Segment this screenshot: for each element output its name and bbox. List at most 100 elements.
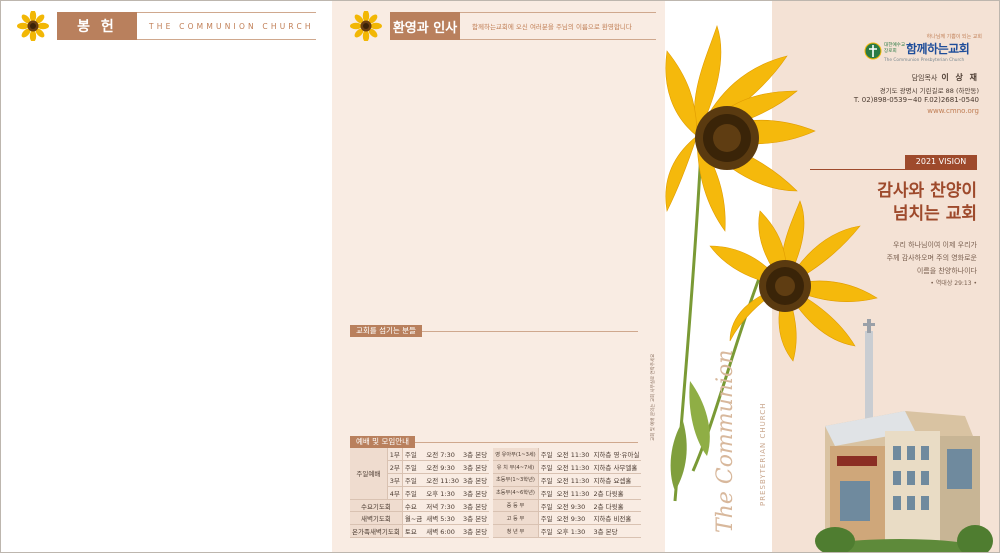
welcome-subtitle: 함께하는교회에 오신 여러분을 주님의 이름으로 환영합니다 bbox=[472, 23, 632, 31]
offering-panel: 봉 헌 THE COMMUNION CHURCH bbox=[1, 1, 332, 552]
schedule-cell: 주일 bbox=[538, 499, 555, 513]
church-logo: 하나님께 기쁨이 되는 교회 대한예수교 장로회 함께하는교회 The Comm… bbox=[860, 33, 985, 69]
welcome-panel: 환영과 인사 함께하는교회에 오신 여러분을 주님의 이름으로 환영합니다 교회… bbox=[332, 1, 665, 552]
verse-line: 주께 감사하오며 주의 영화로운 bbox=[886, 254, 977, 262]
schedule-cell: 중 등 부 bbox=[493, 499, 539, 513]
schedule-cell: 3층 본당 bbox=[461, 486, 490, 500]
schedule-cell: 3층 본당 bbox=[461, 448, 490, 462]
schedule-cell: 오후 1:30 bbox=[424, 486, 462, 500]
church-name-en: The Communion Presbyterian Church bbox=[884, 58, 965, 63]
schedule-cell: 오전 11:30 bbox=[554, 448, 592, 462]
verse-line: 이름을 찬양하나이다 bbox=[916, 267, 977, 275]
worship-section-bar: 예배 및 모임안내 bbox=[350, 429, 638, 448]
offering-header: 봉 헌 THE COMMUNION CHURCH bbox=[11, 10, 316, 42]
schedule-cell: 주일 bbox=[402, 460, 425, 475]
schedule-cell: 초등부(1~3학년) bbox=[493, 473, 539, 487]
welcome-header: 환영과 인사 함께하는교회에 오신 여러분을 주님의 이름으로 환영합니다 bbox=[344, 10, 656, 42]
verse-line: 우리 하나님이여 이제 우리가 bbox=[893, 241, 977, 249]
vertical-title: The Communion bbox=[713, 349, 738, 533]
church-phone: T. 02)898-0539~40 F.02)2681-0540 bbox=[853, 96, 979, 104]
schedule-cell: 새벽기도회 bbox=[350, 511, 403, 526]
vision-badge: 2021 VISION bbox=[905, 155, 977, 169]
church-address: 경기도 광명시 기린길로 88 (하안동) bbox=[879, 87, 979, 95]
table-row: 4부 주일 오후 1:30 3층 본당 초등부(4~6학년) 주일 오전 11:30 2층 다… bbox=[350, 486, 642, 500]
schedule-cell: 3층 본당 bbox=[461, 499, 490, 513]
serve-section-title: 교회를 섬기는 분들 bbox=[350, 325, 422, 337]
schedule-cell: 토요 bbox=[402, 524, 425, 539]
schedule-cell: 3층 본당 bbox=[591, 524, 642, 539]
pastor-line: 담임목사 이 상 재 bbox=[912, 72, 979, 83]
table-row: 새벽기도회 월~금 새벽 5:30 3층 본당 고 등 부 주일 오전 9:30 지하층 비전… bbox=[350, 511, 642, 526]
schedule-cell: 오전 11:30 bbox=[424, 473, 462, 487]
worship-section-title: 예배 및 모임안내 bbox=[350, 436, 416, 448]
vision-verse: 우리 하나님이여 이제 우리가 주께 감사하오며 주의 영화로운 이름을 찬양하… bbox=[887, 239, 977, 278]
table-row: 주일예배 1부 주일 오전 7:30 3층 본당 영 유아부(1~3세) 주일 오전 11:3… bbox=[350, 448, 642, 500]
schedule-cell: 2층 다윗홀 bbox=[591, 499, 642, 513]
schedule-cell: 오후 1:30 bbox=[554, 524, 592, 539]
schedule-cell: 저녁 7:30 bbox=[424, 499, 462, 513]
schedule-cell: 주일 bbox=[402, 448, 425, 462]
schedule-cell: 지하층 사무엘홀 bbox=[591, 460, 642, 475]
church-name: 함께하는교회 bbox=[906, 42, 970, 56]
schedule-cell: 오전 11:30 bbox=[554, 473, 592, 487]
schedule-cell: 3층 본당 bbox=[461, 460, 490, 475]
schedule-cell: 2부 bbox=[387, 460, 403, 475]
vision-rule bbox=[810, 169, 977, 170]
cover-panel: 하나님께 기쁨이 되는 교회 대한예수교 장로회 함께하는교회 The Comm… bbox=[665, 1, 999, 552]
church-logo-icon bbox=[864, 42, 882, 60]
schedule-cell: 오전 9:30 bbox=[554, 499, 592, 513]
schedule-cell: 주일 bbox=[538, 473, 555, 487]
schedule-cell: 유 치 부(4~7세) bbox=[493, 460, 539, 475]
serve-section-bar: 교회를 섬기는 분들 bbox=[350, 318, 638, 337]
schedule-cell: 오전 7:30 bbox=[424, 448, 462, 462]
denomination: 대한예수교 장로회 bbox=[884, 43, 906, 54]
schedule-cell: 청 년 부 bbox=[493, 524, 539, 539]
schedule-cell: 오전 11:30 bbox=[554, 460, 592, 475]
church-website[interactable]: www.cmno.org bbox=[927, 107, 979, 115]
offering-tab: 봉 헌 bbox=[57, 12, 137, 40]
vision-title-line1: 감사와 찬양이 bbox=[877, 181, 977, 201]
schedule-cell: 주일예배 bbox=[350, 448, 388, 500]
side-note: 교회 및 예배 문의는 교회 사무실로 연락주세요 bbox=[651, 353, 656, 441]
table-row: 3부 주일 오전 11:30 3층 본당 초등부(1~3학년) 주일 오전 11:30 지하층… bbox=[350, 473, 642, 487]
schedule-cell: 수요기도회 bbox=[350, 499, 403, 513]
schedule-cell: 지하층 비전홀 bbox=[591, 511, 642, 526]
schedule-cell: 주일 bbox=[402, 473, 425, 487]
pastor-name: 이 상 재 bbox=[941, 73, 979, 82]
schedule-cell: 주일 bbox=[402, 486, 425, 500]
sunflower-icon bbox=[344, 10, 390, 42]
schedule-cell: 주일 bbox=[538, 486, 555, 500]
sunflower-icon bbox=[11, 10, 57, 42]
schedule-cell: 새벽 5:30 bbox=[424, 511, 462, 526]
schedule-cell: 1부 bbox=[387, 448, 403, 462]
schedule-cell: 2층 다윗홀 bbox=[591, 486, 642, 500]
schedule-cell: 지하층 영·유아실 bbox=[591, 448, 642, 462]
schedule-cell: 초등부(4~6학년) bbox=[493, 486, 539, 500]
schedule-cell: 주일 bbox=[538, 511, 555, 526]
schedule-cell: 수요 bbox=[402, 499, 425, 513]
schedule-cell: 고 등 부 bbox=[493, 511, 539, 526]
table-row: 2부 주일 오전 9:30 3층 본당 유 치 부(4~7세) 주일 오전 11:30 지하층… bbox=[350, 460, 642, 475]
welcome-subtitle-bar: 함께하는교회에 오신 여러분을 주님의 이름으로 환영합니다 bbox=[460, 12, 656, 40]
welcome-tab: 환영과 인사 bbox=[390, 12, 460, 40]
pastor-label: 담임목사 bbox=[911, 74, 938, 82]
schedule-cell: 3층 본당 bbox=[461, 524, 490, 539]
schedule-cell: 3층 본당 bbox=[461, 511, 490, 526]
schedule-cell: 4부 bbox=[387, 486, 403, 500]
offering-subtitle: THE COMMUNION CHURCH bbox=[149, 21, 314, 31]
schedule-cell: 주일 bbox=[538, 448, 555, 462]
schedule-cell: 오전 9:30 bbox=[554, 511, 592, 526]
slogan: 하나님께 기쁨이 되는 교회 bbox=[926, 34, 982, 40]
verse-reference: • 역대상 29:13 • bbox=[930, 280, 977, 287]
offering-subtitle-bar: THE COMMUNION CHURCH bbox=[137, 12, 316, 40]
schedule-cell: 지하층 요셉홀 bbox=[591, 473, 642, 487]
schedule-cell: 3부 bbox=[387, 473, 403, 487]
schedule-cell: 오전 9:30 bbox=[424, 460, 462, 475]
vision-title-line2: 넘치는 교회 bbox=[892, 204, 977, 224]
schedule-cell: 주일 bbox=[538, 460, 555, 475]
schedule-cell: 주일 bbox=[538, 524, 555, 539]
schedule-cell: 3층 본당 bbox=[461, 473, 490, 487]
table-row: 온가족새벽기도회 토요 새벽 6:00 3층 본당 청 년 부 주일 오후 1:30 3층 본… bbox=[350, 524, 642, 539]
schedule-cell: 온가족새벽기도회 bbox=[350, 524, 403, 539]
schedule-cell: 월~금 bbox=[402, 511, 425, 526]
